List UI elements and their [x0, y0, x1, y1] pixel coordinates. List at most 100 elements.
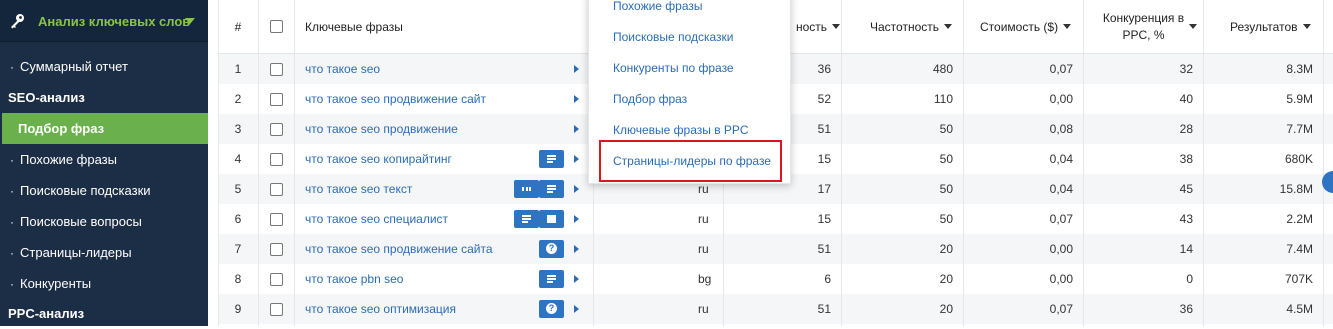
columns-icon[interactable] — [514, 180, 539, 198]
keyword-link[interactable]: что такое seo копирайтинг — [305, 144, 565, 174]
row-number: 6 — [234, 212, 242, 226]
expand-arrow-icon[interactable] — [574, 215, 579, 223]
expand-arrow-icon[interactable] — [574, 305, 579, 313]
menu-item-phrase-competitors[interactable]: Конкуренты по фразе — [613, 61, 734, 75]
row-checkbox[interactable] — [269, 182, 283, 196]
sidebar-item-similar-phrases[interactable]: · Похожие фразы — [0, 144, 208, 175]
bullet-icon: · — [10, 152, 14, 167]
row-checkbox[interactable] — [269, 302, 283, 316]
row-checkbox[interactable] — [269, 92, 283, 106]
menu-item-keyword-selection[interactable]: Подбор фраз — [613, 92, 687, 106]
keyword-link[interactable]: что такое seo продвижение сайт — [305, 84, 565, 114]
select-all-checkbox[interactable] — [269, 20, 283, 33]
header-competition[interactable]: Конкуренция в PPC, % — [1094, 0, 1206, 53]
header-select-all[interactable] — [258, 0, 294, 53]
text-lines-icon[interactable] — [539, 180, 564, 198]
keyword-link[interactable]: что такое pbn seo — [305, 264, 565, 294]
frequency-value: 20 — [939, 272, 953, 286]
row-checkbox-cell[interactable] — [258, 204, 294, 234]
menu-item-similar-phrases[interactable]: Похожие фразы — [613, 0, 703, 13]
header-difficulty[interactable]: ность — [796, 0, 846, 53]
bullet-icon: · — [10, 183, 14, 198]
row-number: 9 — [234, 302, 242, 316]
expand-arrow-icon[interactable] — [574, 245, 579, 253]
header-keywords[interactable]: Ключевые фразы — [305, 0, 585, 53]
results-value: 7.7M — [1286, 122, 1313, 136]
table-row[interactable]: 8 что такое pbn seo bg 6 20 0,00 0 707K — [218, 264, 1333, 294]
region-code: ru — [698, 212, 709, 226]
keyword-link[interactable]: что такое seo продвижение сайта — [305, 234, 565, 264]
results-value: 680K — [1284, 152, 1313, 166]
competition-value: 28 — [1179, 122, 1193, 136]
frequency-value: 50 — [939, 212, 953, 226]
sidebar-item-leader-pages[interactable]: · Страницы-лидеры — [0, 237, 208, 268]
row-checkbox-cell[interactable] — [258, 144, 294, 174]
competition-value: 40 — [1179, 92, 1193, 106]
results-value: 4.5M — [1286, 302, 1313, 316]
cost-value: 0,04 — [1049, 152, 1073, 166]
column-divider — [258, 0, 259, 326]
expand-arrow-icon[interactable] — [574, 95, 579, 103]
column-divider — [294, 0, 295, 326]
results-value: 7.4M — [1286, 242, 1313, 256]
expand-arrow-icon[interactable] — [574, 65, 579, 73]
row-checkbox-cell[interactable] — [258, 114, 294, 144]
expand-arrow-icon[interactable] — [574, 275, 579, 283]
region-code: ru — [698, 242, 709, 256]
row-checkbox-cell[interactable] — [258, 84, 294, 114]
sort-caret-icon — [832, 24, 841, 29]
sidebar-item-search-questions[interactable]: · Поисковые вопросы — [0, 206, 208, 237]
text-lines-icon[interactable] — [514, 210, 539, 228]
results-value: 5.9M — [1286, 92, 1313, 106]
text-lines-icon[interactable] — [539, 150, 564, 168]
results-value: 2.2M — [1286, 212, 1313, 226]
cost-value: 0,04 — [1049, 182, 1073, 196]
row-checkbox[interactable] — [269, 242, 283, 256]
image-icon[interactable] — [539, 210, 564, 228]
header-frequency[interactable]: Частотность — [870, 0, 990, 53]
sidebar-section-label: PPC-анализ — [8, 306, 85, 321]
header-num: # — [234, 19, 242, 34]
row-number: 5 — [234, 182, 242, 196]
menu-item-search-suggestions[interactable]: Поисковые подсказки — [613, 30, 734, 44]
expand-arrow-icon[interactable] — [574, 185, 579, 193]
row-number: 8 — [234, 272, 242, 286]
row-checkbox-cell[interactable] — [258, 264, 294, 294]
question-icon[interactable]: ? — [539, 300, 564, 318]
row-checkbox-cell[interactable] — [258, 54, 294, 84]
row-checkbox[interactable] — [269, 272, 283, 286]
row-checkbox[interactable] — [269, 62, 283, 76]
sidebar-section-seo: SEO-анализ — [0, 82, 208, 113]
row-checkbox-cell[interactable] — [258, 174, 294, 204]
table-row[interactable]: 6 что такое seo специалист ru 15 50 0,07 43 2.2… — [218, 204, 1333, 234]
keyword-link[interactable]: что такое seo оптимизация — [305, 294, 565, 324]
sidebar-header-title: Анализ ключевых слов — [38, 14, 191, 29]
table-row[interactable]: 9 что такое seo оптимизация ru 51 20 0,07 36 4.… — [218, 294, 1333, 324]
row-checkbox[interactable] — [269, 122, 283, 136]
row-checkbox[interactable] — [269, 152, 283, 166]
header-results[interactable]: Результатов — [1230, 0, 1320, 53]
chevron-down-icon[interactable] — [185, 18, 195, 24]
header-competition-line1: Конкуренция в — [1102, 10, 1185, 25]
sidebar-item-competitors[interactable]: · Конкуренты — [0, 268, 208, 299]
sidebar-item-search-suggestions[interactable]: · Поисковые подсказки — [0, 175, 208, 206]
column-divider — [1203, 0, 1204, 326]
keyword-link[interactable]: что такое seo продвижение — [305, 114, 565, 144]
frequency-value: 50 — [939, 152, 953, 166]
question-icon[interactable]: ? — [539, 240, 564, 258]
row-checkbox-cell[interactable] — [258, 234, 294, 264]
keyword-link[interactable]: что такое seo — [305, 54, 565, 84]
expand-arrow-icon[interactable] — [574, 155, 579, 163]
expand-arrow-icon[interactable] — [574, 125, 579, 133]
row-checkbox-cell[interactable] — [258, 294, 294, 324]
cost-value: 0,07 — [1049, 62, 1073, 76]
header-cost[interactable]: Стоимость ($) — [980, 0, 1090, 53]
bullet-icon: · — [10, 245, 14, 260]
sidebar-item-summary[interactable]: · Суммарный отчет — [0, 51, 208, 82]
row-checkbox[interactable] — [269, 212, 283, 226]
menu-item-ppc-keywords[interactable]: Ключевые фразы в PPC — [613, 123, 749, 137]
sidebar-header[interactable]: Анализ ключевых слов — [0, 0, 208, 42]
text-lines-icon[interactable] — [539, 270, 564, 288]
table-row[interactable]: 7 что такое seo продвижение сайта ru 51 20 0,… — [218, 234, 1333, 264]
sidebar-item-keyword-selection[interactable]: Подбор фраз — [2, 113, 208, 144]
